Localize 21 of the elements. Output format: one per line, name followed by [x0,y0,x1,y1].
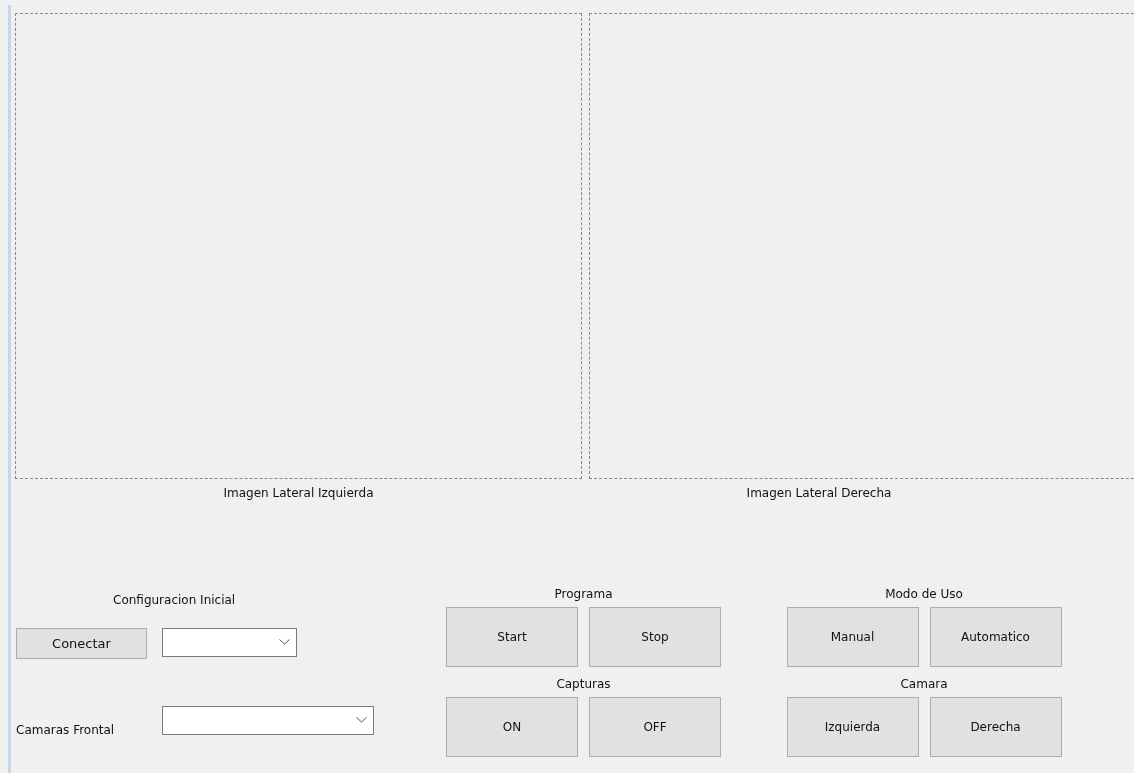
action-button[interactable]: Izquierda [786,697,919,757]
connect-button[interactable]: Conectar [16,628,147,659]
group-title: Capturas [556,677,611,691]
chevron-down-icon [279,639,290,645]
action-button[interactable]: Automatico [929,607,1062,667]
action-button[interactable]: ON [446,697,578,757]
action-button[interactable]: Derecha [929,697,1062,757]
action-button[interactable]: Start [446,607,578,667]
group-title: Programa [554,587,613,601]
group-title: Camara [900,677,948,691]
action-button[interactable]: OFF [589,697,721,757]
action-button[interactable]: Stop [589,607,721,667]
section-title: Configuracion Inicial [113,593,236,607]
image-caption: Imagen Lateral Izquierda [223,486,374,500]
group-title: Modo de Uso [885,587,963,601]
image-caption: Imagen Lateral Derecha [746,486,892,500]
chevron-down-icon [356,717,367,723]
dropdown[interactable] [162,627,297,657]
action-button[interactable]: Manual [786,607,919,667]
field-label: Camaras Frontal [16,723,116,737]
dropdown[interactable] [162,705,374,735]
